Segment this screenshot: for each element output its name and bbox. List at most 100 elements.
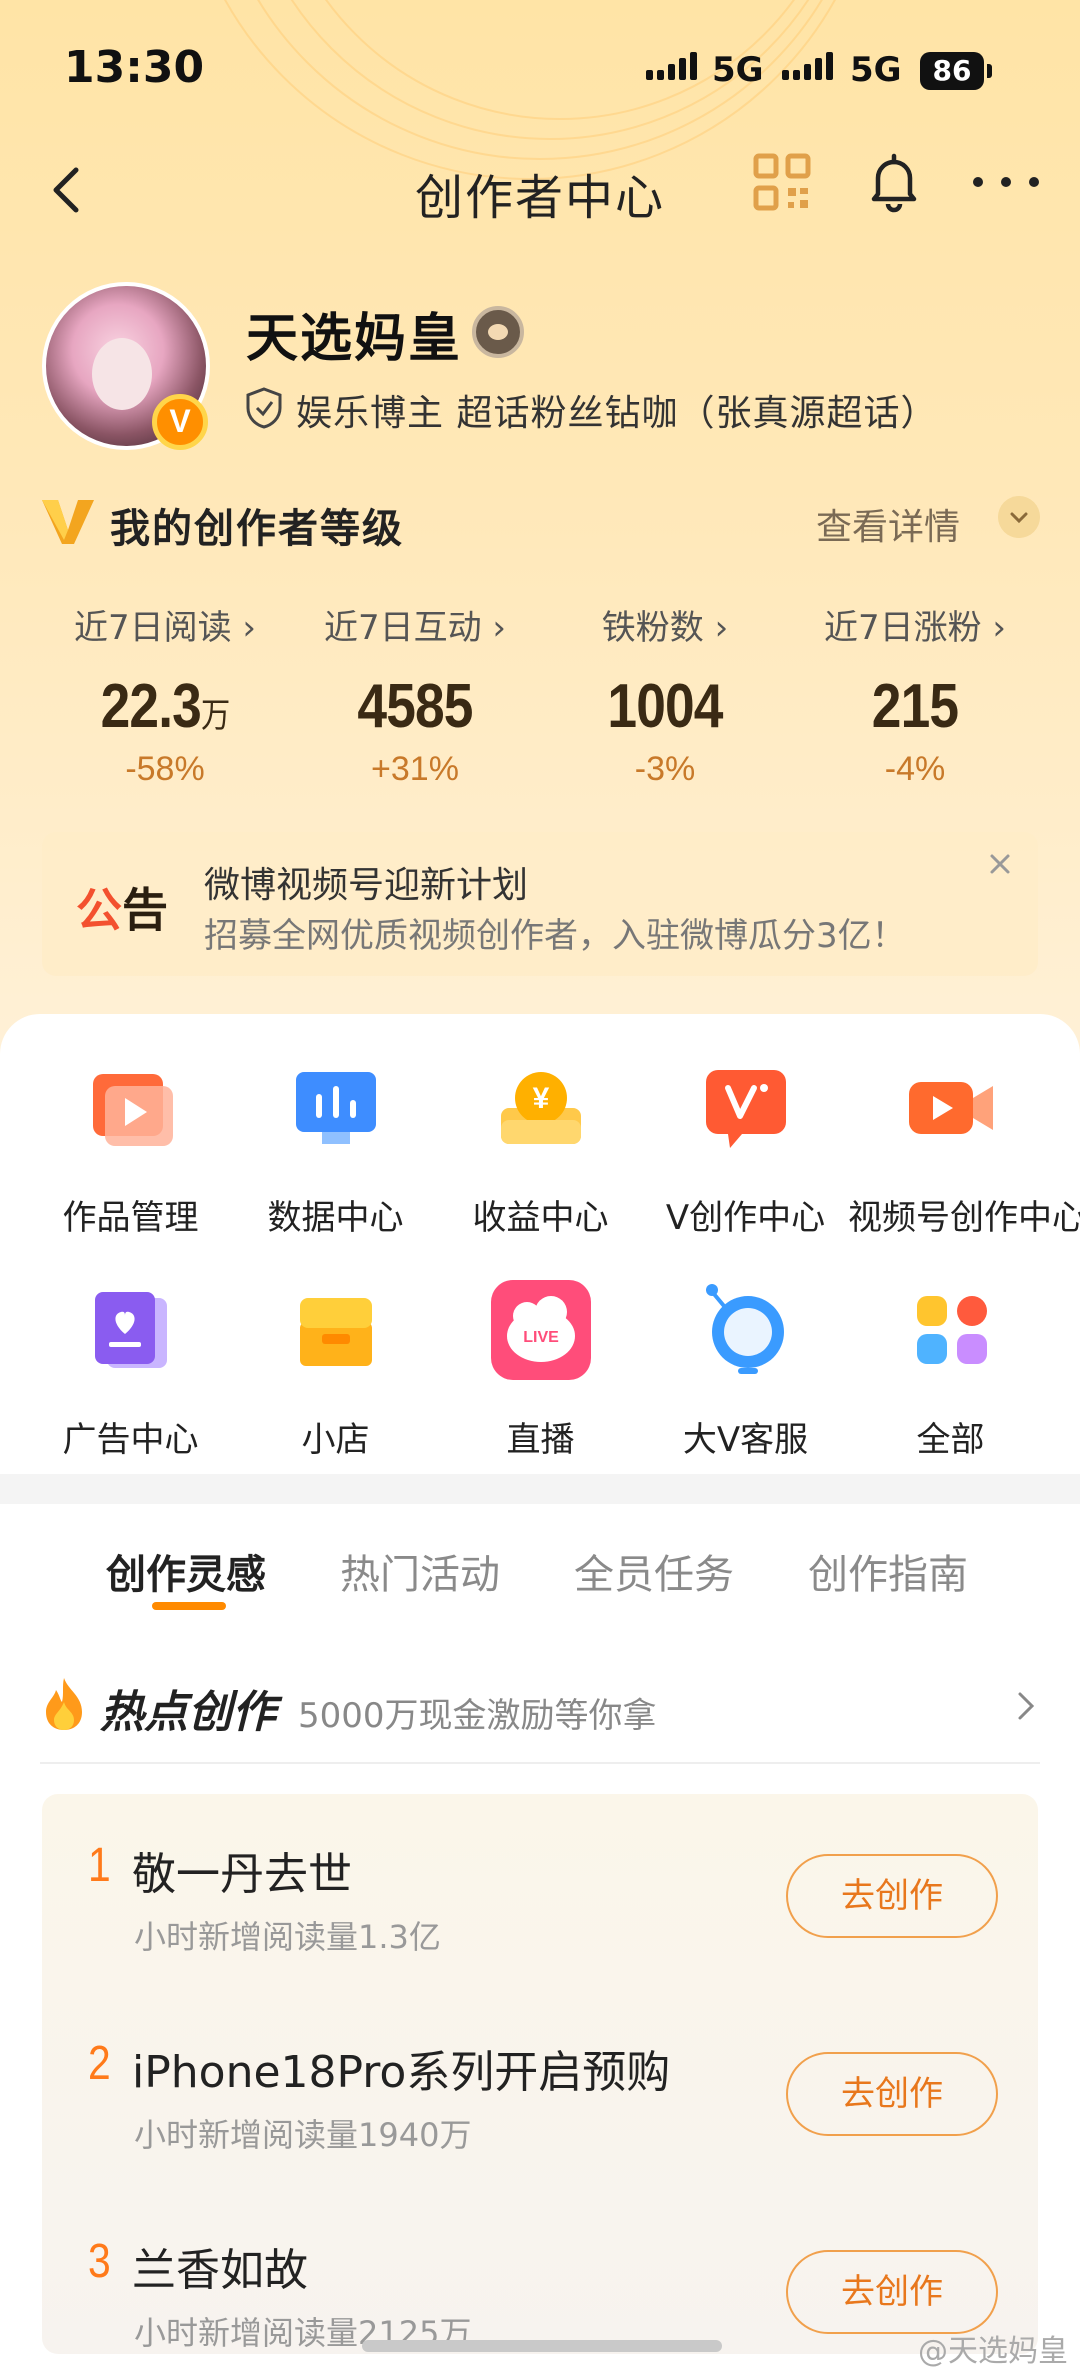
stat-label: 近7日阅读 › [73, 608, 257, 648]
stat-label: 近7日涨粉 › [823, 608, 1007, 648]
view-details-link[interactable]: 查看详情 [816, 498, 960, 550]
network-label: 5G [712, 50, 764, 90]
topic-reads: 小时新增阅读量1940万 [134, 2116, 472, 2154]
stat-change: -4% [884, 750, 946, 788]
fire-icon [46, 1678, 82, 1730]
stat-label: 铁粉数 › [601, 608, 729, 648]
hot-topic-list: 1 敬一丹去世 小时新增阅读量1.3亿 去创作 2 iPhone18Pro系列开… [42, 1794, 1038, 2354]
tool-revenue-center[interactable]: ¥ 收益中心 [438, 1054, 643, 1276]
tools-grid: 作品管理 数据中心 ¥ 收益中心 V创作中心 视频号创作中心 广告中心 小店 L… [0, 1054, 1080, 1498]
stat-change: -58% [125, 750, 205, 788]
stat-unit: 万 [200, 697, 230, 735]
creator-v-logo-icon [42, 500, 94, 544]
stats-row: 近7日阅读 › 22.3万 -58% 近7日互动 › 4585 +31% 铁粉数… [40, 600, 1040, 800]
hot-creation-title: 热点创作 [100, 1687, 276, 1738]
battery-icon: 86 [920, 52, 992, 90]
tool-data-center[interactable]: 数据中心 [233, 1054, 438, 1276]
avatar-face [92, 338, 152, 410]
creator-level-row[interactable]: 我的创作者等级 查看详情 [40, 492, 1040, 552]
username[interactable]: 天选妈皇 [246, 296, 462, 371]
stat-value: 4585 [357, 672, 473, 741]
level-medal-icon[interactable] [472, 306, 524, 358]
shield-icon [246, 387, 282, 429]
stat-label: 近7日互动 › [323, 608, 507, 648]
create-button[interactable]: 去创作 [786, 1854, 998, 1938]
tool-label: 全部 [916, 1420, 985, 1460]
qr-code-icon[interactable] [752, 152, 812, 212]
video-folder-icon [92, 1074, 173, 1146]
tool-label: 广告中心 [62, 1420, 199, 1460]
chevron-down-icon[interactable] [998, 496, 1040, 538]
hot-creation-header[interactable]: 热点创作 5000万现金激励等你拿 [40, 1674, 1040, 1754]
shop-icon [299, 1298, 372, 1366]
tool-v-creator-center[interactable]: V创作中心 [643, 1054, 848, 1276]
astronaut-service-icon [705, 1284, 784, 1374]
tool-label: 数据中心 [267, 1198, 404, 1238]
tool-all[interactable]: 全部 [848, 1276, 1053, 1498]
divider [40, 1762, 1040, 1764]
network-label: 5G [850, 50, 902, 90]
create-button[interactable]: 去创作 [786, 2250, 998, 2334]
chevron-right-icon[interactable] [1010, 1688, 1040, 1724]
announcement-subtitle: 招募全网优质视频创作者，入驻微博瓜分3亿！ [204, 916, 906, 956]
live-icon: LIVE [490, 1280, 591, 1380]
status-bar: 13:30 5G 5G 86 [0, 0, 1080, 140]
inspiration-section: 创作灵感 热门活动 全员任务 创作指南 热点创作 5000万现金激励等你拿 1 … [0, 1504, 1080, 2374]
tool-works-management[interactable]: 作品管理 [28, 1054, 233, 1276]
stat-value: 215 [871, 672, 959, 741]
tool-shop[interactable]: 小店 [233, 1276, 438, 1498]
rank-number: 2 [88, 2037, 111, 2090]
tab-inspiration[interactable]: 创作灵感 [106, 1542, 266, 1600]
tool-label: 直播 [506, 1420, 575, 1460]
verification-text: 娱乐博主 超话粉丝钻咖（张真源超话） [296, 393, 938, 434]
bell-icon[interactable] [862, 150, 926, 214]
tab-creation-guide[interactable]: 创作指南 [808, 1542, 968, 1600]
video-camera-icon [908, 1082, 993, 1134]
tool-video-creator-center[interactable]: 视频号创作中心 [848, 1054, 1080, 1276]
verified-v-icon: V [152, 394, 208, 450]
hot-topic-item[interactable]: 2 iPhone18Pro系列开启预购 小时新增阅读量1940万 去创作 [42, 1992, 1038, 2190]
more-options-icon[interactable] [966, 170, 1046, 194]
rank-number: 1 [88, 1839, 111, 1892]
stat-iron-fans[interactable]: 铁粉数 › 1004 -3% [540, 600, 790, 800]
tool-label: 大V客服 [682, 1420, 809, 1460]
tool-ad-center[interactable]: 广告中心 [28, 1276, 233, 1498]
v-chat-icon [705, 1070, 786, 1148]
tab-all-tasks[interactable]: 全员任务 [574, 1542, 734, 1600]
topic-title: 兰香如故 [132, 2245, 308, 2296]
announcement-tag: 公告 [76, 883, 168, 937]
topic-title: iPhone18Pro系列开启预购 [132, 2047, 671, 2098]
tool-label: 视频号创作中心 [848, 1198, 1080, 1238]
tools-panel: 作品管理 数据中心 ¥ 收益中心 V创作中心 视频号创作中心 广告中心 小店 L… [0, 1014, 1080, 1474]
coin-yen-icon: ¥ [500, 1072, 581, 1144]
tool-label: 作品管理 [62, 1198, 199, 1238]
stat-change: -3% [634, 750, 696, 788]
create-button[interactable]: 去创作 [786, 2052, 998, 2136]
announcement-banner[interactable]: 公告 微博视频号迎新计划 招募全网优质视频创作者，入驻微博瓜分3亿！ [42, 832, 1038, 976]
stat-value: 1004 [607, 672, 723, 741]
home-indicator[interactable] [362, 2340, 722, 2352]
announcement-title: 微博视频号迎新计划 [204, 865, 529, 906]
tab-bar: 创作灵感 热门活动 全员任务 创作指南 [0, 1504, 1080, 1644]
ad-heart-icon [94, 1292, 167, 1368]
signal-icon [646, 52, 697, 80]
tool-label: V创作中心 [665, 1198, 826, 1238]
all-apps-icon [916, 1296, 987, 1364]
stat-reads[interactable]: 近7日阅读 › 22.3万 -58% [40, 600, 290, 800]
level-title: 我的创作者等级 [110, 506, 404, 552]
clock: 13:30 [64, 42, 205, 93]
tool-customer-service[interactable]: 大V客服 [643, 1276, 848, 1498]
tool-label: 小店 [301, 1420, 370, 1460]
watermark: @天选妈皇 [918, 2334, 1068, 2369]
stat-change: +31% [371, 750, 459, 788]
tool-label: 收益中心 [472, 1198, 609, 1238]
stat-interactions[interactable]: 近7日互动 › 4585 +31% [290, 600, 540, 800]
tab-hot-events[interactable]: 热门活动 [340, 1542, 500, 1600]
stat-new-fans[interactable]: 近7日涨粉 › 215 -4% [790, 600, 1040, 800]
tool-live[interactable]: LIVE 直播 [438, 1276, 643, 1498]
rank-number: 3 [88, 2235, 111, 2288]
hot-topic-item[interactable]: 1 敬一丹去世 小时新增阅读量1.3亿 去创作 [42, 1794, 1038, 1992]
close-icon[interactable] [982, 846, 1018, 882]
hot-creation-subtitle: 5000万现金激励等你拿 [298, 1696, 657, 1736]
chart-monitor-icon [295, 1072, 376, 1144]
